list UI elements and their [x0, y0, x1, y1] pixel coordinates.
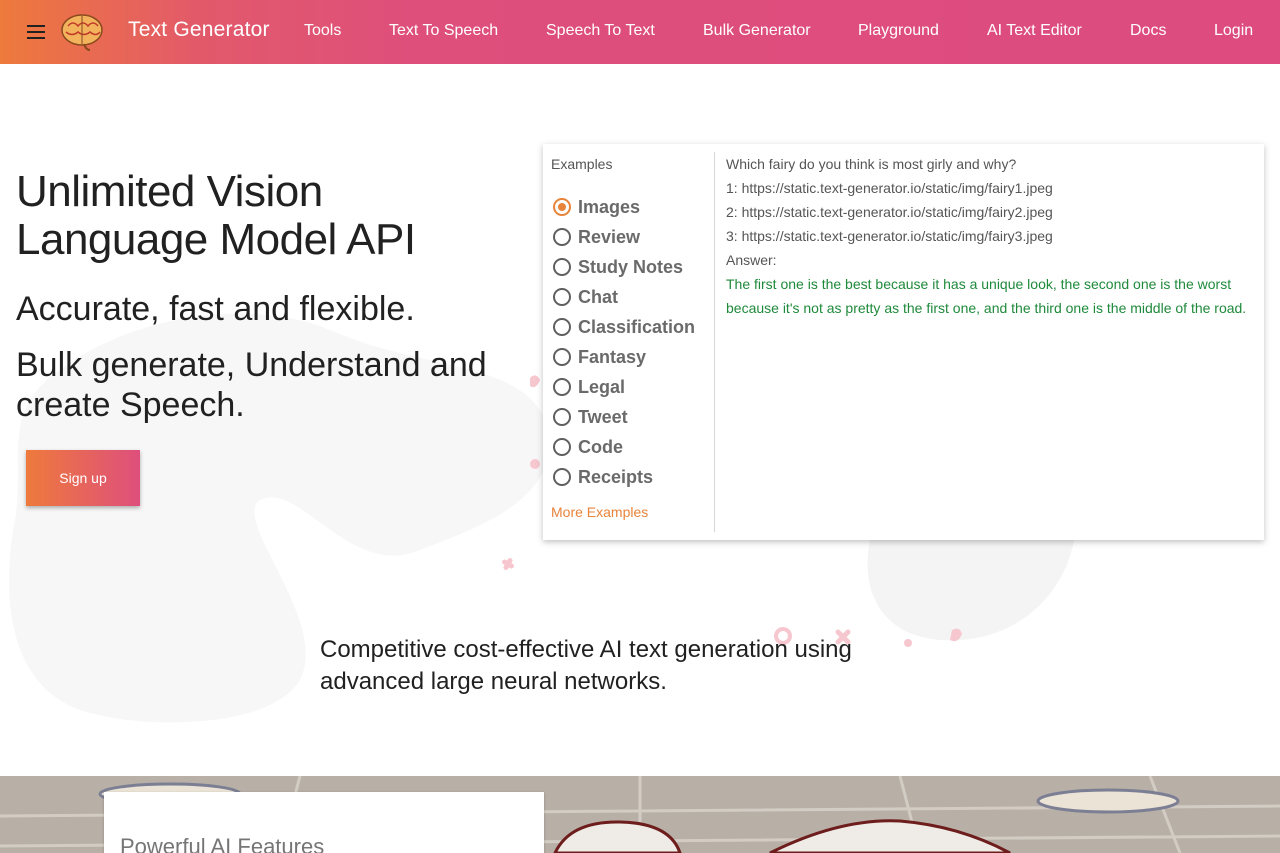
- radio-icon[interactable]: [553, 348, 571, 366]
- example-output: Which fairy do you think is most girly a…: [726, 152, 1256, 320]
- example-option-classification[interactable]: Classification: [553, 316, 695, 338]
- example-option-fantasy[interactable]: Fantasy: [553, 346, 646, 368]
- prompt-line: Answer:: [726, 252, 777, 268]
- radio-icon[interactable]: [553, 288, 571, 306]
- radio-checked-icon[interactable]: [553, 198, 571, 216]
- prompt-line: 1: https://static.text-generator.io/stat…: [726, 180, 1053, 196]
- prompt-line: Which fairy do you think is most girly a…: [726, 156, 1017, 172]
- example-option-study-notes[interactable]: Study Notes: [553, 256, 683, 278]
- features-title: Powerful AI Features: [120, 834, 325, 853]
- nav-playground[interactable]: Playground: [858, 22, 939, 40]
- page-title: Unlimited Vision Language Model API: [16, 167, 416, 264]
- hero-subtitle-2: Bulk generate, Understand and create Spe…: [16, 346, 487, 424]
- prompt-line: 3: https://static.text-generator.io/stat…: [726, 228, 1053, 244]
- tagline: Competitive cost-effective AI text gener…: [320, 636, 852, 695]
- example-option-legal[interactable]: Legal: [553, 376, 625, 398]
- example-option-images[interactable]: Images: [553, 196, 640, 218]
- features-card: Powerful AI Features: [104, 792, 544, 853]
- example-option-tweet[interactable]: Tweet: [553, 406, 628, 428]
- radio-icon[interactable]: [553, 258, 571, 276]
- nav-ai-text-editor[interactable]: AI Text Editor: [987, 22, 1082, 40]
- nav-text-to-speech[interactable]: Text To Speech: [389, 22, 498, 40]
- radio-icon[interactable]: [553, 228, 571, 246]
- nav-login[interactable]: Login: [1214, 22, 1253, 40]
- nav-tools[interactable]: Tools: [304, 22, 341, 40]
- radio-icon[interactable]: [553, 378, 571, 396]
- example-option-review[interactable]: Review: [553, 226, 640, 248]
- nav-bulk-generator[interactable]: Bulk Generator: [703, 22, 811, 40]
- examples-list: Examples Images Review Study Notes Chat …: [543, 152, 715, 532]
- hero-subtitle: Accurate, fast and flexible.: [16, 290, 415, 328]
- radio-icon[interactable]: [553, 438, 571, 456]
- nav-speech-to-text[interactable]: Speech To Text: [546, 22, 655, 40]
- examples-label: Examples: [551, 156, 613, 172]
- radio-icon[interactable]: [553, 468, 571, 486]
- signup-button[interactable]: Sign up: [26, 450, 140, 506]
- nav-docs[interactable]: Docs: [1130, 22, 1166, 40]
- brain-logo[interactable]: [60, 12, 104, 52]
- example-option-receipts[interactable]: Receipts: [553, 466, 653, 488]
- more-examples-link[interactable]: More Examples: [551, 504, 648, 520]
- example-option-code[interactable]: Code: [553, 436, 623, 458]
- top-app-bar: Text Generator Tools Text To Speech Spee…: [0, 0, 1280, 64]
- brand-title[interactable]: Text Generator: [128, 18, 270, 42]
- radio-icon[interactable]: [553, 408, 571, 426]
- example-option-chat[interactable]: Chat: [553, 286, 618, 308]
- hamburger-menu-icon[interactable]: [24, 20, 48, 44]
- examples-card: Examples Images Review Study Notes Chat …: [543, 144, 1264, 540]
- generated-answer: The first one is the best because it has…: [726, 276, 1247, 316]
- radio-icon[interactable]: [553, 318, 571, 336]
- prompt-line: 2: https://static.text-generator.io/stat…: [726, 204, 1053, 220]
